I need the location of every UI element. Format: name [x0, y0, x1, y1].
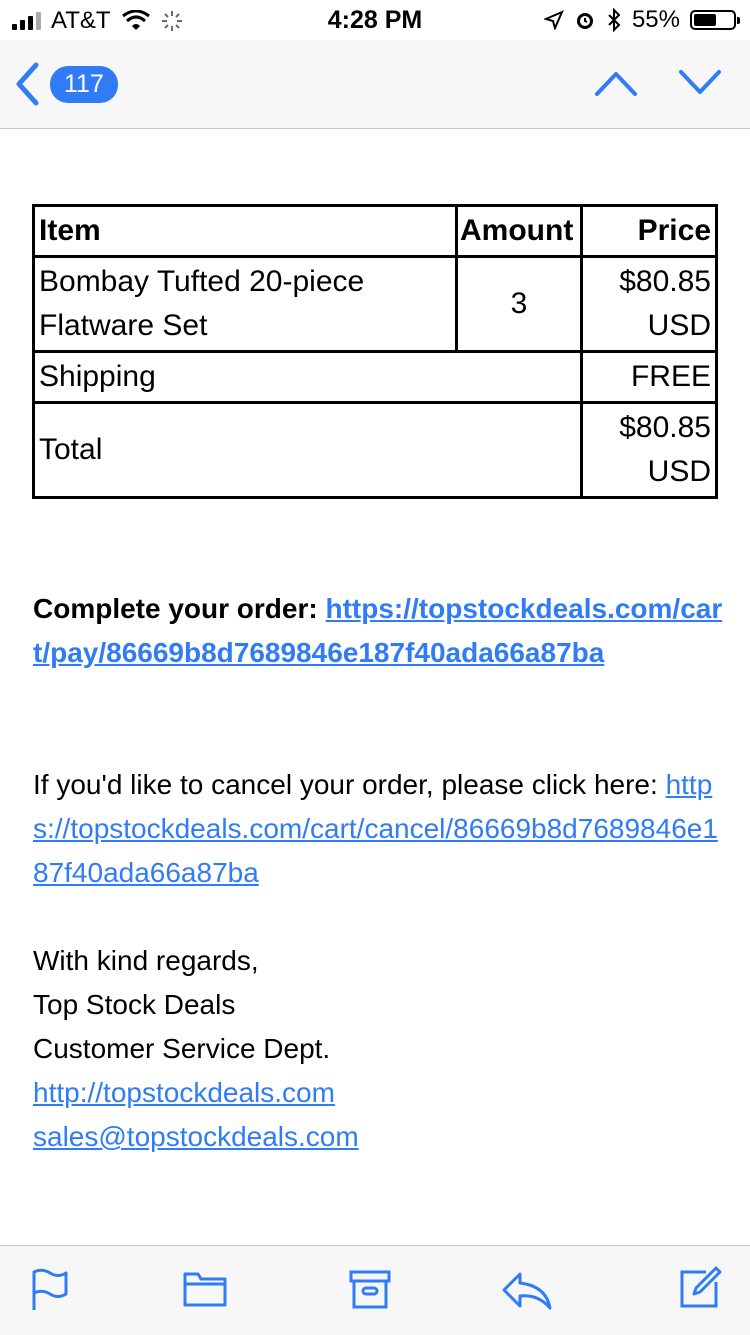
- department-name: Customer Service Dept.: [33, 1033, 331, 1064]
- bottom-toolbar: [0, 1245, 750, 1335]
- unread-count-badge: 117: [50, 65, 118, 103]
- total-label: Total: [32, 401, 583, 499]
- cancel-paragraph: If you'd like to cancel your order, plea…: [33, 763, 723, 895]
- header-price: Price: [580, 204, 718, 258]
- total-row: Total $80.85 USD: [32, 401, 718, 499]
- header-amount: Amount: [455, 204, 583, 258]
- nav-bar: 117: [0, 40, 750, 129]
- signoff-text: With kind regards,: [33, 945, 259, 976]
- battery-icon: [690, 10, 740, 30]
- shipping-label: Shipping: [32, 350, 583, 404]
- bluetooth-icon: [608, 8, 621, 32]
- chevron-left-icon: [16, 62, 39, 106]
- order-table: Item Amount Price Bombay Tufted 20-piece…: [32, 204, 718, 499]
- alarm-icon: [576, 13, 593, 29]
- chevron-down-icon[interactable]: [678, 68, 722, 98]
- website-link[interactable]: http://topstockdeals.com: [33, 1077, 335, 1108]
- item-price: $80.85 USD: [580, 255, 718, 353]
- back-button[interactable]: 117: [14, 62, 118, 106]
- message-nav-arrows: [594, 68, 722, 98]
- flag-icon[interactable]: [30, 1268, 70, 1312]
- item-name: Bombay Tufted 20-piece Flatware Set: [32, 255, 458, 353]
- signature: With kind regards, Top Stock Deals Custo…: [33, 939, 723, 1159]
- shipping-value: FREE: [580, 350, 718, 404]
- status-bar: AT&T 4:28 PM 55%: [0, 0, 750, 40]
- folder-icon[interactable]: [182, 1268, 228, 1308]
- order-table-header: Item Amount Price: [32, 204, 718, 258]
- complete-order-label: Complete your order:: [33, 593, 318, 624]
- battery-percent: 55%: [631, 6, 680, 33]
- email-body: Item Amount Price Bombay Tufted 20-piece…: [0, 129, 750, 1245]
- compose-icon[interactable]: [676, 1264, 724, 1312]
- chevron-up-icon[interactable]: [594, 68, 638, 98]
- total-value: $80.85 USD: [580, 401, 718, 499]
- order-item-row: Bombay Tufted 20-piece Flatware Set 3 $8…: [32, 255, 718, 353]
- reply-icon[interactable]: [500, 1268, 556, 1312]
- archive-icon[interactable]: [348, 1268, 392, 1310]
- company-name: Top Stock Deals: [33, 989, 236, 1020]
- location-icon: [543, 10, 564, 30]
- header-item: Item: [32, 204, 458, 258]
- item-amount: 3: [455, 255, 583, 353]
- cancel-text: If you'd like to cancel your order, plea…: [33, 769, 658, 800]
- shipping-row: Shipping FREE: [32, 350, 718, 404]
- status-right: 55%: [543, 6, 740, 34]
- email-link[interactable]: sales@topstockdeals.com: [33, 1121, 359, 1152]
- complete-order-paragraph: Complete your order: https://topstockdea…: [33, 587, 723, 675]
